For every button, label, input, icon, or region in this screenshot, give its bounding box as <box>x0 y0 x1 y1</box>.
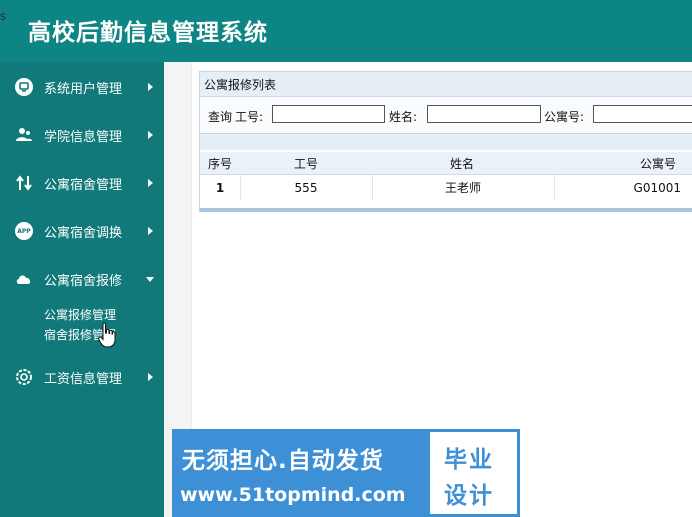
app-header: 高校后勤信息管理系统 <box>0 0 692 62</box>
hand-cursor-icon <box>98 322 116 348</box>
sidebar-item-dorm[interactable]: 公寓宿舍管理 <box>0 165 164 201</box>
name-label: 姓名: <box>389 110 418 124</box>
watermark-slogan: 无须担心.自动发货 <box>182 448 384 474</box>
name-input[interactable] <box>427 105 541 123</box>
query-label: 查询 <box>208 110 233 124</box>
sidebar-item-label: 公寓宿舍报修 <box>44 273 123 289</box>
repair-list-panel: 公寓报修列表 查询 工号: 姓名: 公寓号: 序号 工号 姓名 公寓号 1 55… <box>199 71 692 212</box>
gear-icon <box>15 368 33 386</box>
column-header-name: 姓名 <box>450 156 475 171</box>
chevron-down-icon <box>146 276 154 282</box>
app-title: 高校后勤信息管理系统 <box>28 19 268 46</box>
sidebar-item-college[interactable]: 学院信息管理 <box>0 117 164 153</box>
background-text-fragment: S <box>0 13 6 23</box>
cell-apartment: G01001 <box>633 180 681 195</box>
column-header-apartment: 公寓号 <box>640 156 677 171</box>
sidebar-item-salary[interactable]: 工资信息管理 <box>0 359 164 395</box>
chevron-right-icon <box>148 373 153 381</box>
watermark-badge-line: 设计 <box>444 483 494 509</box>
panel-title: 公寓报修列表 <box>204 78 277 92</box>
users-icon <box>15 126 33 144</box>
subitem-apartment-repair[interactable]: 公寓报修管理 <box>44 306 116 323</box>
monitor-icon <box>15 78 33 96</box>
sidebar-item-label: 学院信息管理 <box>44 129 123 145</box>
chevron-right-icon <box>148 131 153 139</box>
apartment-input[interactable] <box>593 105 692 123</box>
search-bar: 查询 工号: 姓名: 公寓号: <box>200 96 692 134</box>
job-no-input[interactable] <box>272 105 385 123</box>
sidebar-item-label: 公寓宿舍管理 <box>44 177 123 193</box>
repair-table: 序号 工号 姓名 公寓号 1 555 王老师 G01001 <box>200 150 692 212</box>
cell-name: 王老师 <box>372 175 555 200</box>
sidebar-item-system-users[interactable]: 系统用户管理 <box>0 69 164 105</box>
watermark-badge-line: 毕业 <box>444 447 494 473</box>
sidebar-item-dorm-swap[interactable]: APP 公寓宿舍调换 <box>0 213 164 249</box>
sidebar-item-label: 工资信息管理 <box>44 371 123 387</box>
sidebar-item-dorm-repair[interactable]: 公寓宿舍报修 <box>0 261 164 297</box>
app-icon: APP <box>15 222 33 240</box>
cell-job-no: 555 <box>240 175 373 200</box>
column-header-job-no: 工号 <box>294 156 319 171</box>
chevron-right-icon <box>148 83 153 91</box>
chevron-right-icon <box>148 227 153 235</box>
job-no-label: 工号: <box>235 110 264 124</box>
chevron-right-icon <box>148 179 153 187</box>
table-row[interactable]: 1 555 王老师 G01001 <box>200 175 692 200</box>
watermark-banner: 无须担心.自动发货 www.51topmind.com 毕业 设计 <box>172 429 520 517</box>
sidebar-item-label: 公寓宿舍调换 <box>44 225 123 241</box>
apartment-label: 公寓号: <box>544 110 585 124</box>
table-header: 序号 工号 姓名 公寓号 <box>200 152 692 175</box>
column-header-index: 序号 <box>208 156 233 171</box>
watermark-badge: 毕业 设计 <box>430 432 517 514</box>
cloud-icon <box>15 270 33 288</box>
transfer-icon <box>15 174 33 192</box>
cell-index: 1 <box>200 175 241 200</box>
watermark-url: www.51topmind.com <box>180 484 406 506</box>
sidebar: 系统用户管理 学院信息管理 公寓宿舍管理 APP 公寓宿舍调换 公寓宿舍报修 公… <box>0 62 164 517</box>
sidebar-item-label: 系统用户管理 <box>44 81 123 97</box>
